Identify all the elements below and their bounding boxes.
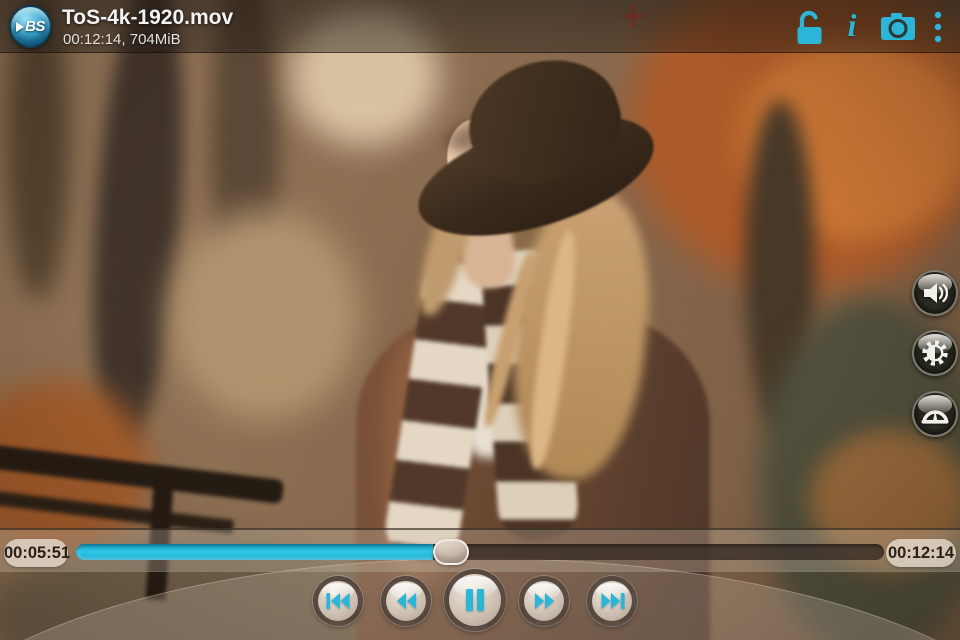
gear-brightness-icon bbox=[922, 340, 948, 366]
media-title: ToS-4k-1920.mov bbox=[62, 6, 234, 29]
bsplayer-logo: BS bbox=[9, 5, 52, 48]
playback-speed-button[interactable] bbox=[912, 391, 958, 437]
video-player-window: BS ToS-4k-1920.mov 00:12:14, 704MiB i 00… bbox=[0, 0, 960, 640]
info-icon: i bbox=[847, 6, 857, 43]
fast-forward-button[interactable] bbox=[519, 576, 569, 626]
fast-forward-icon bbox=[534, 593, 554, 609]
lock-open-icon bbox=[797, 10, 821, 44]
seek-track[interactable] bbox=[76, 539, 884, 565]
skip-next-icon bbox=[601, 593, 624, 609]
duration-time: 00:12:14 bbox=[886, 539, 956, 567]
top-bar: BS ToS-4k-1920.mov 00:12:14, 704MiB i bbox=[0, 0, 960, 53]
screenshot-button[interactable] bbox=[874, 0, 922, 53]
logo-text: BS bbox=[25, 18, 45, 35]
rewind-icon bbox=[396, 593, 416, 609]
elapsed-time: 00:05:51 bbox=[4, 539, 70, 567]
rewind-button[interactable] bbox=[381, 576, 431, 626]
overflow-menu-button[interactable] bbox=[926, 0, 950, 53]
speaker-icon bbox=[924, 283, 948, 303]
seek-fill bbox=[76, 544, 434, 560]
camera-icon bbox=[881, 12, 915, 40]
play-glyph-icon bbox=[16, 21, 25, 32]
overflow-menu-icon bbox=[934, 11, 942, 42]
seek-strip: 00:05:51 00:12:14 bbox=[0, 528, 960, 572]
pause-button[interactable] bbox=[444, 569, 506, 631]
seek-thumb[interactable] bbox=[433, 539, 470, 565]
previous-button[interactable] bbox=[313, 576, 363, 626]
unlock-button[interactable] bbox=[788, 0, 830, 53]
volume-button[interactable] bbox=[912, 270, 958, 316]
bsplayer-logo-label: BS bbox=[16, 18, 45, 35]
display-settings-button[interactable] bbox=[912, 330, 958, 376]
pause-icon bbox=[466, 589, 484, 611]
gauge-icon bbox=[921, 410, 949, 424]
media-subtitle: 00:12:14, 704MiB bbox=[63, 31, 181, 48]
skip-previous-icon bbox=[326, 593, 349, 609]
next-button[interactable] bbox=[587, 576, 637, 626]
info-button[interactable]: i bbox=[834, 0, 870, 53]
